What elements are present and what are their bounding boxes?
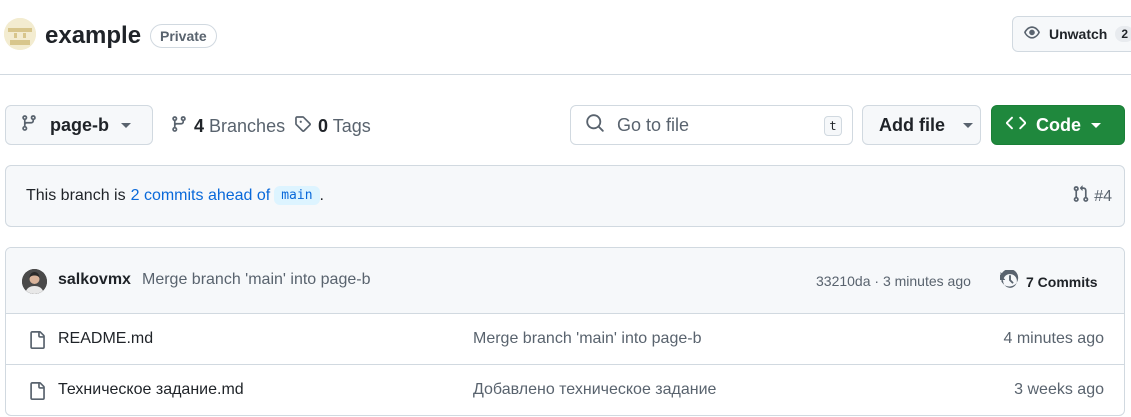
tags-label: Tags [332, 116, 371, 136]
unwatch-button[interactable]: Unwatch 2 [1012, 16, 1131, 52]
go-to-file-placeholder: Go to file [617, 114, 690, 135]
commit-message[interactable]: Merge branch 'main' into page-b [142, 271, 370, 289]
pull-request-icon [1072, 185, 1090, 208]
add-file-button[interactable]: Add file [862, 105, 981, 145]
compare-link[interactable]: 2 commits ahead of [131, 187, 271, 205]
file-commit-time: 3 weeks ago [1014, 381, 1104, 398]
base-branch-chip[interactable]: main [274, 186, 320, 205]
commits-count: 7 Commits [1026, 273, 1098, 290]
file-commit-message[interactable]: Merge branch 'main' into page-b [473, 330, 701, 348]
tags-count: 0 [318, 116, 329, 136]
watchers-count: 2 [1115, 26, 1131, 42]
branches-link[interactable]: 4 Branches [170, 115, 285, 138]
file-commit-message[interactable]: Добавлено техническое задание [473, 381, 716, 399]
file-name[interactable]: Техническое задание.md [58, 381, 244, 399]
repo-name[interactable]: example [45, 21, 141, 51]
code-button[interactable]: Code [991, 105, 1125, 145]
branch-selector[interactable]: page-b [5, 105, 153, 145]
file-icon [28, 381, 46, 406]
file-row[interactable]: README.md Merge branch 'main' into page-… [6, 314, 1124, 365]
tags-link[interactable]: 0 Tags [294, 115, 371, 138]
history-icon [1000, 269, 1020, 293]
chevron-down-icon [963, 122, 973, 128]
branches-count: 4 [194, 116, 205, 136]
code-icon [1005, 113, 1027, 138]
search-icon [585, 113, 605, 138]
pull-request-number: #4 [1094, 187, 1112, 205]
file-commit-time: 4 minutes ago [1003, 330, 1104, 347]
git-branch-icon [170, 115, 188, 138]
file-icon [28, 330, 46, 355]
eye-icon [1023, 24, 1041, 45]
chevron-down-icon [121, 122, 132, 128]
file-name[interactable]: README.md [58, 330, 153, 348]
commit-author[interactable]: salkovmx [58, 271, 131, 289]
file-table: salkovmx Merge branch 'main' into page-b… [5, 247, 1125, 416]
go-to-file-input[interactable]: Go to file t [570, 105, 853, 145]
branches-label: Branches [209, 116, 286, 136]
code-label: Code [1036, 114, 1081, 135]
ahead-prefix: This branch is [26, 186, 126, 204]
ahead-suffix: . [319, 186, 324, 204]
keyboard-shortcut: t [824, 116, 842, 136]
commit-meta[interactable]: 33210da · 3 minutes ago [816, 273, 971, 289]
file-row[interactable]: Техническое задание.md Добавлено техниче… [6, 365, 1124, 415]
git-branch-icon [20, 114, 38, 137]
latest-commit-row: salkovmx Merge branch 'main' into page-b… [6, 248, 1124, 314]
chevron-down-icon [1091, 122, 1101, 128]
repo-avatar[interactable] [4, 18, 36, 50]
pull-request-link[interactable]: #4 [1072, 185, 1112, 208]
visibility-badge: Private [150, 24, 217, 48]
branch-name: page-b [50, 114, 110, 135]
unwatch-label: Unwatch [1049, 26, 1108, 42]
add-file-label: Add file [879, 114, 945, 135]
tag-icon [294, 115, 312, 138]
branch-ahead-text: This branch is 2 commits ahead of main . [26, 186, 324, 205]
repo-header: example Private Unwatch 2 [0, 0, 1131, 75]
branch-ahead-banner: This branch is 2 commits ahead of main .… [5, 165, 1125, 227]
avatar[interactable] [22, 269, 47, 294]
commits-history-link[interactable]: 7 Commits [1000, 269, 1098, 293]
